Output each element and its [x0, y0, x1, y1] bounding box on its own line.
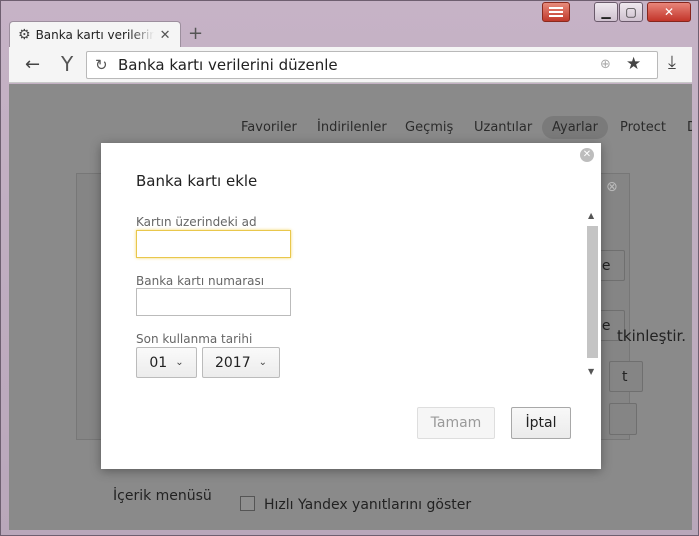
nav-item-gecmis[interactable]: Geçmiş — [405, 120, 453, 135]
close-icon: ✕ — [663, 5, 675, 19]
title-bar: ▁ ▢ ✕ — [1, 1, 699, 23]
tab-title: Banka kartı verilerini düzenle — [35, 28, 154, 42]
cardholder-name-input[interactable] — [136, 230, 291, 258]
tab-close-icon[interactable]: ✕ — [160, 28, 171, 43]
minimize-icon: ▁ — [601, 5, 611, 19]
context-menu-label: İçerik menüsü — [113, 488, 212, 504]
maximize-button[interactable]: ▢ — [619, 2, 643, 22]
chevron-down-icon: ⌄ — [258, 357, 268, 368]
dialog-scrollbar[interactable]: ▲ ▼ — [586, 209, 600, 381]
nav-item-ayarlar[interactable]: Ayarlar — [542, 116, 608, 139]
browser-tab[interactable]: ⚙ Banka kartı verilerini düzenle ✕ — [9, 21, 181, 48]
star-icon[interactable]: ★ — [626, 54, 641, 74]
nav-item-d[interactable]: D — [687, 120, 692, 135]
cardholder-name-label: Kartın üzerindeki ad — [136, 215, 257, 229]
dialog-title: Banka kartı ekle — [136, 172, 258, 190]
background-dialog-close-icon: ⊗ — [606, 179, 618, 195]
cancel-button[interactable]: İptal — [511, 407, 571, 439]
nav-item-uzantilar[interactable]: Uzantılar — [474, 120, 532, 135]
reload-icon[interactable]: ↻ — [95, 56, 108, 74]
quick-answers-label: Hızlı Yandex yanıtlarını göster — [264, 497, 472, 513]
gear-icon: ⚙ — [18, 27, 31, 43]
expiry-month-value: 01 — [149, 354, 168, 371]
expiry-year-select[interactable]: 2017 ⌄ — [202, 347, 280, 378]
download-icon[interactable]: ⤓ — [668, 52, 676, 73]
scrollbar-thumb[interactable] — [587, 226, 598, 358]
address-bar[interactable]: ↻ Banka kartı verilerini düzenle ⊕ ★ — [86, 51, 658, 79]
card-number-label: Banka kartı numarası — [136, 274, 265, 288]
new-tab-button[interactable]: + — [188, 23, 203, 44]
browser-toolbar: ← Y ↻ Banka kartı verilerini düzenle ⊕ ★… — [9, 47, 692, 83]
dialog-close-icon[interactable]: ✕ — [580, 148, 594, 162]
background-button-4 — [609, 403, 637, 435]
nav-item-indirilenler[interactable]: İndirilenler — [317, 120, 387, 135]
scroll-up-icon[interactable]: ▲ — [588, 211, 594, 220]
minimize-button[interactable]: ▁ — [594, 2, 618, 22]
globe-icon[interactable]: ⊕ — [600, 57, 611, 72]
expiry-year-value: 2017 — [214, 354, 251, 371]
settings-nav: Favoriler İndirilenler Geçmiş Uzantılar … — [9, 116, 692, 141]
yandex-logo[interactable]: Y — [61, 52, 73, 76]
card-number-input[interactable] — [136, 288, 291, 316]
background-button-3: t — [609, 361, 643, 392]
browser-menu-button[interactable] — [542, 2, 570, 22]
chevron-down-icon: ⌄ — [175, 357, 184, 368]
background-text-fragment: tkinleştir. — [617, 327, 687, 345]
maximize-icon: ▢ — [625, 5, 637, 19]
nav-item-protect[interactable]: Protect — [620, 120, 666, 135]
scroll-down-icon[interactable]: ▼ — [588, 367, 594, 376]
nav-item-favoriler[interactable]: Favoriler — [241, 120, 297, 135]
add-card-dialog: ✕ Banka kartı ekle Kartın üzerindeki ad … — [101, 143, 601, 469]
ok-button[interactable]: Tamam — [417, 407, 495, 439]
hamburger-icon — [549, 7, 563, 17]
expiry-month-select[interactable]: 01 ⌄ — [136, 347, 197, 378]
window-close-button[interactable]: ✕ — [647, 2, 691, 22]
browser-window: ▁ ▢ ✕ ⚙ Banka kartı verilerini düzenle ✕… — [0, 0, 699, 536]
expiry-label: Son kullanma tarihi — [136, 332, 253, 346]
quick-answers-checkbox[interactable] — [240, 496, 255, 511]
address-text[interactable]: Banka kartı verilerini düzenle — [118, 56, 338, 74]
back-arrow-icon[interactable]: ← — [25, 54, 40, 75]
